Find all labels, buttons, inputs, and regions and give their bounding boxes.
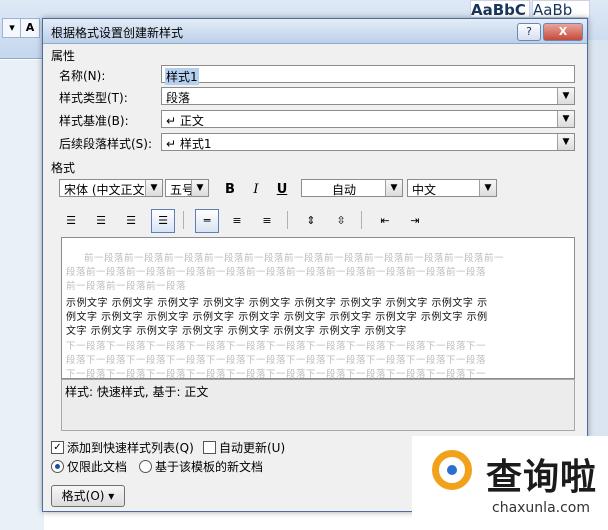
ribbon-font-color-icon[interactable]: ▾ bbox=[2, 18, 22, 38]
only-this-document-label[interactable]: 仅限此文档 bbox=[67, 458, 127, 475]
dialog-titlebar[interactable]: 根据格式设置创建新样式 ? X bbox=[43, 19, 587, 44]
toolbar-separator bbox=[287, 211, 288, 229]
font-color-value: 自动 bbox=[332, 183, 357, 197]
chevron-down-icon: ▼ bbox=[557, 134, 574, 150]
new-documents-template-label[interactable]: 基于该模板的新文档 bbox=[155, 458, 263, 475]
ribbon-style-gallery-2[interactable]: AaBb bbox=[532, 0, 590, 18]
style-name-value: 样式1 bbox=[165, 68, 199, 85]
document-left-margin bbox=[0, 60, 44, 530]
underline-button[interactable]: U bbox=[271, 179, 293, 201]
add-to-quick-styles-checkbox[interactable]: ✓ bbox=[51, 441, 64, 454]
new-documents-template-radio[interactable] bbox=[139, 460, 152, 473]
language-select[interactable]: 中文 ▼ bbox=[407, 179, 497, 197]
increase-paragraph-spacing-icon[interactable]: ⇕ bbox=[299, 209, 323, 233]
toolbar-separator bbox=[183, 211, 184, 229]
ribbon-style-gallery-1[interactable]: AaBbC bbox=[470, 0, 530, 18]
double-spacing-icon[interactable]: ≡ bbox=[255, 209, 279, 233]
close-button[interactable]: X bbox=[543, 23, 583, 41]
following-style-value: ↵ 样式1 bbox=[166, 137, 212, 151]
style-description: 样式: 快速样式, 基于: 正文 bbox=[65, 385, 209, 399]
font-select[interactable]: 宋体 (中文正文 ▼ bbox=[59, 179, 163, 197]
preview-sample-text-line: 例文字 示例文字 示例文字 示例文字 示例文字 示例文字 示例文字 示例文字 示… bbox=[66, 312, 488, 323]
based-on-select[interactable]: ↵ 正文 ▼ bbox=[161, 110, 575, 128]
chevron-down-icon: ▼ bbox=[557, 88, 574, 104]
properties-section-label: 属性 bbox=[51, 49, 76, 63]
bold-button[interactable]: B bbox=[219, 179, 241, 201]
font-size-select[interactable]: 五号 ▼ bbox=[165, 179, 209, 197]
watermark: 查询啦 chaxunla.com bbox=[412, 436, 608, 530]
preview-previous-paragraph-line: 前一段落前一段落前一段落前一段落前一段落前一段落前一段落前一段落前一段落前一段落… bbox=[84, 253, 505, 264]
preview-previous-paragraph-line: 段落前一段落前一段落前一段落前一段落前一段落前一段落前一段落前一段落前一段落前一… bbox=[66, 267, 487, 278]
dialog-title: 根据格式设置创建新样式 bbox=[51, 26, 184, 40]
preview-sample-text-line: 文字 示例文字 示例文字 示例文字 示例文字 示例文字 示例文字 示例文字 bbox=[66, 326, 407, 337]
chevron-down-icon: ▼ bbox=[385, 180, 402, 196]
chevron-down-icon: ▼ bbox=[557, 111, 574, 127]
style-type-value: 段落 bbox=[166, 91, 191, 105]
preview-next-paragraph-line: 段落下一段落下一段落下一段落下一段落下一段落下一段落下一段落下一段落下一段落下一… bbox=[66, 355, 487, 366]
name-label: 名称(N): bbox=[59, 69, 106, 83]
style-description-box: 样式: 快速样式, 基于: 正文 bbox=[61, 379, 575, 431]
add-to-quick-styles-label[interactable]: 添加到快速样式列表(Q) bbox=[67, 439, 194, 456]
chevron-down-icon: ▼ bbox=[145, 180, 162, 196]
align-right-icon[interactable]: ☰ bbox=[119, 209, 143, 233]
help-button[interactable]: ? bbox=[517, 23, 541, 41]
font-color-select[interactable]: 自动 ▼ bbox=[301, 179, 403, 197]
formatting-section-label: 格式 bbox=[51, 161, 76, 175]
align-center-icon[interactable]: ☰ bbox=[89, 209, 113, 233]
preview-next-paragraph-line: 下一段落下一段落下一段落下一段落下一段落下一段落下一段落下一段落下一段落下一段落… bbox=[66, 369, 487, 379]
decrease-indent-icon[interactable]: ⇤ bbox=[373, 209, 397, 233]
preview-next-paragraph-line: 下一段落下一段落下一段落下一段落下一段落下一段落下一段落下一段落下一段落下一段落… bbox=[66, 341, 487, 352]
format-menu-button[interactable]: 格式(O) ▾ bbox=[51, 485, 125, 507]
toolbar-separator bbox=[361, 211, 362, 229]
style-name-input[interactable]: 样式1 bbox=[161, 65, 575, 85]
font-value: 宋体 (中文正文 bbox=[64, 183, 145, 197]
chevron-down-icon: ▼ bbox=[479, 180, 496, 196]
only-this-document-radio[interactable] bbox=[51, 460, 64, 473]
style-preview-pane: 前一段落前一段落前一段落前一段落前一段落前一段落前一段落前一段落前一段落前一段落… bbox=[61, 237, 575, 379]
following-style-select[interactable]: ↵ 样式1 ▼ bbox=[161, 133, 575, 151]
watermark-domain-text: chaxunla.com bbox=[492, 500, 590, 516]
align-left-icon[interactable]: ☰ bbox=[59, 209, 83, 233]
chevron-down-icon: ▼ bbox=[191, 180, 208, 196]
preview-previous-paragraph-line: 前一段落前一段落前一段落 bbox=[66, 281, 187, 292]
auto-update-checkbox[interactable] bbox=[203, 441, 216, 454]
italic-button[interactable]: I bbox=[245, 179, 267, 201]
language-value: 中文 bbox=[412, 183, 437, 197]
based-on-label: 样式基准(B): bbox=[59, 114, 129, 128]
increase-indent-icon[interactable]: ⇥ bbox=[403, 209, 427, 233]
chaxunla-logo-icon bbox=[432, 450, 472, 490]
decrease-paragraph-spacing-icon[interactable]: ⇳ bbox=[329, 209, 353, 233]
watermark-chinese-text: 查询啦 bbox=[486, 457, 598, 498]
auto-update-label[interactable]: 自动更新(U) bbox=[219, 439, 285, 456]
style-type-label: 样式类型(T): bbox=[59, 91, 128, 105]
based-on-value: ↵ 正文 bbox=[166, 114, 204, 128]
justify-icon[interactable]: ☰ bbox=[151, 209, 175, 233]
one-half-spacing-icon[interactable]: ≡ bbox=[225, 209, 249, 233]
style-type-select[interactable]: 段落 ▼ bbox=[161, 87, 575, 105]
following-style-label: 后续段落样式(S): bbox=[59, 137, 153, 151]
preview-sample-text-line: 示例文字 示例文字 示例文字 示例文字 示例文字 示例文字 示例文字 示例文字 … bbox=[66, 298, 488, 309]
ribbon-char-style-icon[interactable]: A bbox=[20, 18, 40, 38]
single-spacing-icon[interactable]: ═ bbox=[195, 209, 219, 233]
